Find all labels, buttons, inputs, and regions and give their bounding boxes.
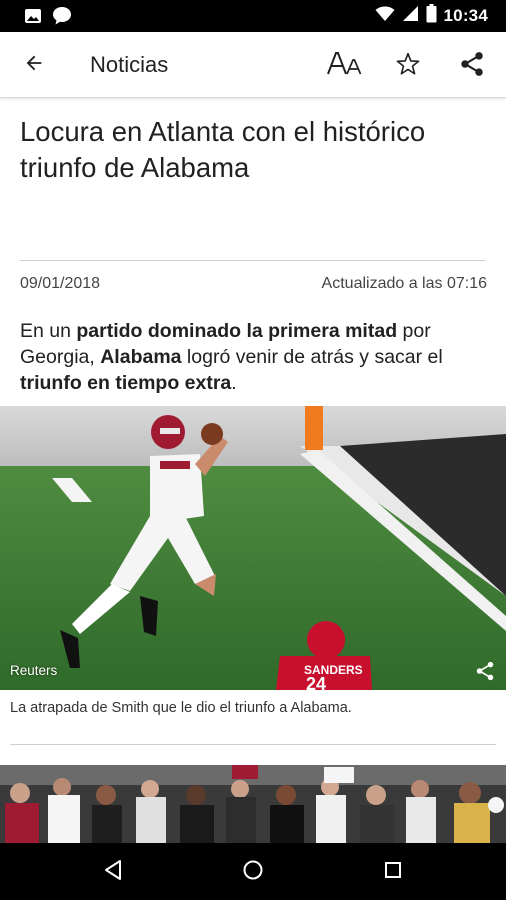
status-bar: 10:34 <box>0 0 506 32</box>
share-button[interactable] <box>452 46 492 86</box>
square-recents-icon <box>383 860 403 885</box>
article-date: 09/01/2018 <box>20 275 101 292</box>
font-size-button[interactable] <box>322 46 366 86</box>
photo-caption: La atrapada de Smith que le dio el triun… <box>10 700 352 716</box>
signal-icon <box>402 5 419 27</box>
article-photo[interactable]: SANDERS 24 Reuters <box>0 406 506 690</box>
article-summary: En un partido dominado la primera mitad … <box>20 320 443 394</box>
article-photo-secondary[interactable] <box>0 765 506 843</box>
article-updated-time: Actualizado a las 07:16 <box>321 275 487 292</box>
font-size-icon <box>326 51 362 82</box>
page-title: Noticias <box>90 52 169 77</box>
divider <box>20 260 486 261</box>
photo-credit: Reuters <box>10 663 58 678</box>
image-icon <box>24 8 42 29</box>
favorite-button[interactable] <box>388 46 428 86</box>
status-time: 10:34 <box>443 6 488 25</box>
article-headline: Locura en Atlanta con el histórico triun… <box>20 116 426 183</box>
jersey-number: 24 <box>306 674 326 690</box>
divider <box>10 744 496 745</box>
star-icon <box>395 51 421 82</box>
share-icon <box>458 49 486 84</box>
back-button[interactable] <box>12 44 56 86</box>
nav-home-button[interactable] <box>238 857 268 887</box>
wifi-icon <box>375 6 395 27</box>
chat-icon <box>52 6 72 31</box>
nav-recents-button[interactable] <box>378 857 408 887</box>
app-bar: Noticias <box>0 32 506 98</box>
nav-back-button[interactable] <box>98 857 128 887</box>
system-nav-bar <box>0 843 506 900</box>
crowd-photo-illustration <box>0 765 506 843</box>
football-photo-illustration: SANDERS 24 <box>0 406 506 690</box>
battery-icon <box>426 4 437 28</box>
circle-home-icon <box>242 859 264 886</box>
triangle-back-icon <box>103 859 123 886</box>
arrow-back-icon <box>23 52 45 79</box>
photo-share-icon[interactable] <box>474 660 496 682</box>
